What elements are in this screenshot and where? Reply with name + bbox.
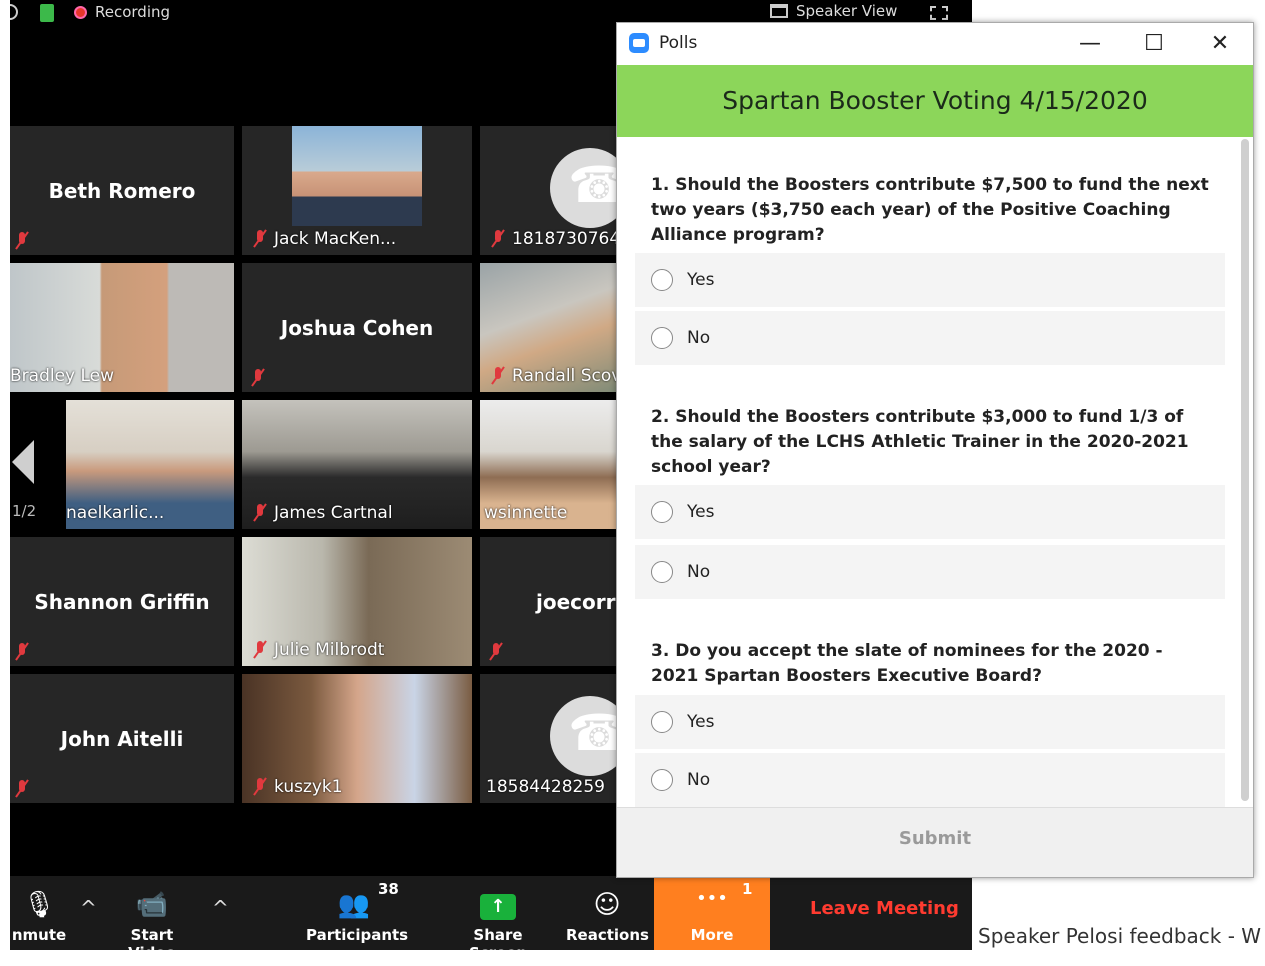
poll-footer: Submit — [617, 807, 1253, 877]
meeting-toolbar: 🎙 nmute ^ 📹 Start Video ^ 👥 Participants… — [10, 876, 972, 950]
muted-mic-icon — [490, 229, 506, 247]
participant-name: James Cartnal — [252, 503, 393, 523]
close-icon[interactable]: ✕ — [1203, 29, 1237, 59]
muted-mic-icon — [252, 229, 268, 247]
radio-button[interactable] — [651, 561, 673, 583]
participant-tile[interactable]: Shannon Griffin — [10, 537, 234, 666]
reactions-icon: ☺ — [593, 890, 621, 920]
more-button[interactable]: ••• More — [654, 876, 770, 950]
poll-option[interactable]: Yes — [635, 253, 1225, 307]
fullscreen-icon[interactable] — [930, 6, 948, 20]
muted-mic-icon: 🎙 — [22, 890, 56, 920]
participant-name: Julie Milbrodt — [252, 640, 384, 660]
radio-button[interactable] — [651, 269, 673, 291]
participant-name: 18187307644 — [490, 229, 626, 249]
participant-tile[interactable]: Randall Scov — [480, 263, 626, 392]
participant-tile[interactable]: Beth Romero — [10, 126, 234, 255]
share-screen-button[interactable]: ↑ Share Screen — [448, 876, 548, 950]
poll-question: 2. Should the Boosters contribute $3,000… — [651, 407, 1189, 477]
poll-scrollbar[interactable] — [1241, 139, 1249, 801]
participant-name: Beth Romero — [48, 178, 196, 203]
participant-tile[interactable]: Jack MacKen... — [242, 126, 472, 255]
participant-name: wsinnette — [484, 503, 568, 523]
participants-count: 38 — [378, 880, 399, 898]
polls-window: Polls — ☐ ✕ Spartan Booster Voting 4/15/… — [616, 22, 1254, 878]
participant-name: joecorre — [536, 589, 626, 614]
participant-tile[interactable]: 18584428259 — [480, 674, 626, 803]
poll-question: 1. Should the Boosters contribute $7,500… — [651, 175, 1209, 245]
participant-tile[interactable]: kuszyk1 — [242, 674, 472, 803]
more-badge: 1 — [742, 880, 753, 898]
participant-name: Randall Scov — [490, 366, 621, 386]
participant-tile[interactable]: naelkarlic... — [10, 400, 234, 529]
muted-mic-icon — [14, 779, 30, 797]
audio-options-caret-icon[interactable]: ^ — [80, 896, 97, 920]
info-icon[interactable] — [10, 4, 18, 20]
participant-name: Jack MacKen... — [252, 229, 396, 249]
muted-mic-icon — [490, 366, 506, 384]
radio-button[interactable] — [651, 711, 673, 733]
participant-name: 18584428259 — [486, 777, 605, 797]
muted-mic-icon — [14, 642, 30, 660]
recording-label: Recording — [95, 3, 171, 21]
polls-title-bar: Polls — ☐ ✕ — [617, 23, 1253, 65]
poll-title: Spartan Booster Voting 4/15/2020 — [617, 65, 1253, 137]
radio-button[interactable] — [651, 327, 673, 349]
muted-mic-icon — [14, 231, 30, 249]
share-screen-icon: ↑ — [480, 894, 516, 920]
poll-option[interactable]: Yes — [635, 695, 1225, 749]
poll-option[interactable]: No — [635, 311, 1225, 365]
participant-name: Shannon Griffin — [34, 589, 210, 614]
participant-tile[interactable]: Joshua Cohen — [242, 263, 472, 392]
participant-tile[interactable]: Julie Milbrodt — [242, 537, 472, 666]
submit-button[interactable]: Submit — [617, 828, 1253, 849]
lock-icon[interactable] — [40, 4, 54, 22]
reactions-button[interactable]: ☺ Reactions — [566, 876, 649, 950]
zoom-app-icon — [629, 33, 649, 53]
minimize-icon[interactable]: — — [1073, 29, 1107, 59]
leave-meeting-button[interactable]: Leave Meeting — [810, 898, 959, 919]
participant-name: kuszyk1 — [252, 777, 343, 797]
poll-option[interactable]: No — [635, 545, 1225, 599]
start-video-button[interactable]: 📹 Start Video — [106, 876, 198, 950]
poll-option[interactable]: Yes — [635, 485, 1225, 539]
speaker-view-label: Speaker View — [796, 2, 898, 20]
muted-mic-icon — [252, 777, 268, 795]
participant-name: Bradley Lew — [10, 366, 115, 386]
muted-mic-icon — [252, 503, 268, 521]
radio-button[interactable] — [651, 769, 673, 791]
participant-tile[interactable]: Bradley Lew — [10, 263, 234, 392]
radio-button[interactable] — [651, 501, 673, 523]
phone-icon — [550, 148, 626, 228]
muted-mic-icon — [252, 640, 268, 658]
polls-window-title: Polls — [659, 33, 698, 53]
participant-name: Joshua Cohen — [280, 315, 434, 340]
muted-mic-icon — [488, 642, 504, 660]
speaker-view-button[interactable]: Speaker View — [770, 2, 897, 20]
participant-tile[interactable]: John Aitelli — [10, 674, 234, 803]
participant-tile[interactable]: joecorre — [480, 537, 626, 666]
participant-video — [292, 126, 422, 226]
participant-tile[interactable]: 18187307644 — [480, 126, 626, 255]
previous-page-arrow-icon[interactable] — [12, 440, 34, 484]
more-icon: ••• — [696, 887, 728, 909]
poll-question: 3. Do you accept the slate of nominees f… — [651, 641, 1163, 686]
participant-tile[interactable]: wsinnette — [480, 400, 626, 529]
muted-mic-icon — [250, 368, 266, 386]
maximize-icon[interactable]: ☐ — [1137, 29, 1171, 59]
poll-questions: 1. Should the Boosters contribute $7,500… — [617, 137, 1253, 807]
video-options-caret-icon[interactable]: ^ — [212, 896, 229, 920]
poll-option[interactable]: No — [635, 753, 1225, 807]
recording-indicator[interactable]: Recording — [74, 3, 170, 21]
video-off-icon: 📹 — [135, 890, 169, 920]
participant-name: John Aitelli — [60, 726, 184, 751]
background-tab-title: Speaker Pelosi feedback - W — [978, 924, 1262, 948]
participant-name: naelkarlic... — [66, 503, 165, 523]
record-dot-icon — [74, 5, 87, 19]
participant-tile[interactable]: James Cartnal — [242, 400, 472, 529]
unmute-button[interactable]: 🎙 nmute — [10, 876, 74, 950]
phone-icon — [550, 696, 626, 776]
page-indicator: 1/2 — [12, 502, 37, 520]
speaker-view-icon — [770, 4, 788, 18]
